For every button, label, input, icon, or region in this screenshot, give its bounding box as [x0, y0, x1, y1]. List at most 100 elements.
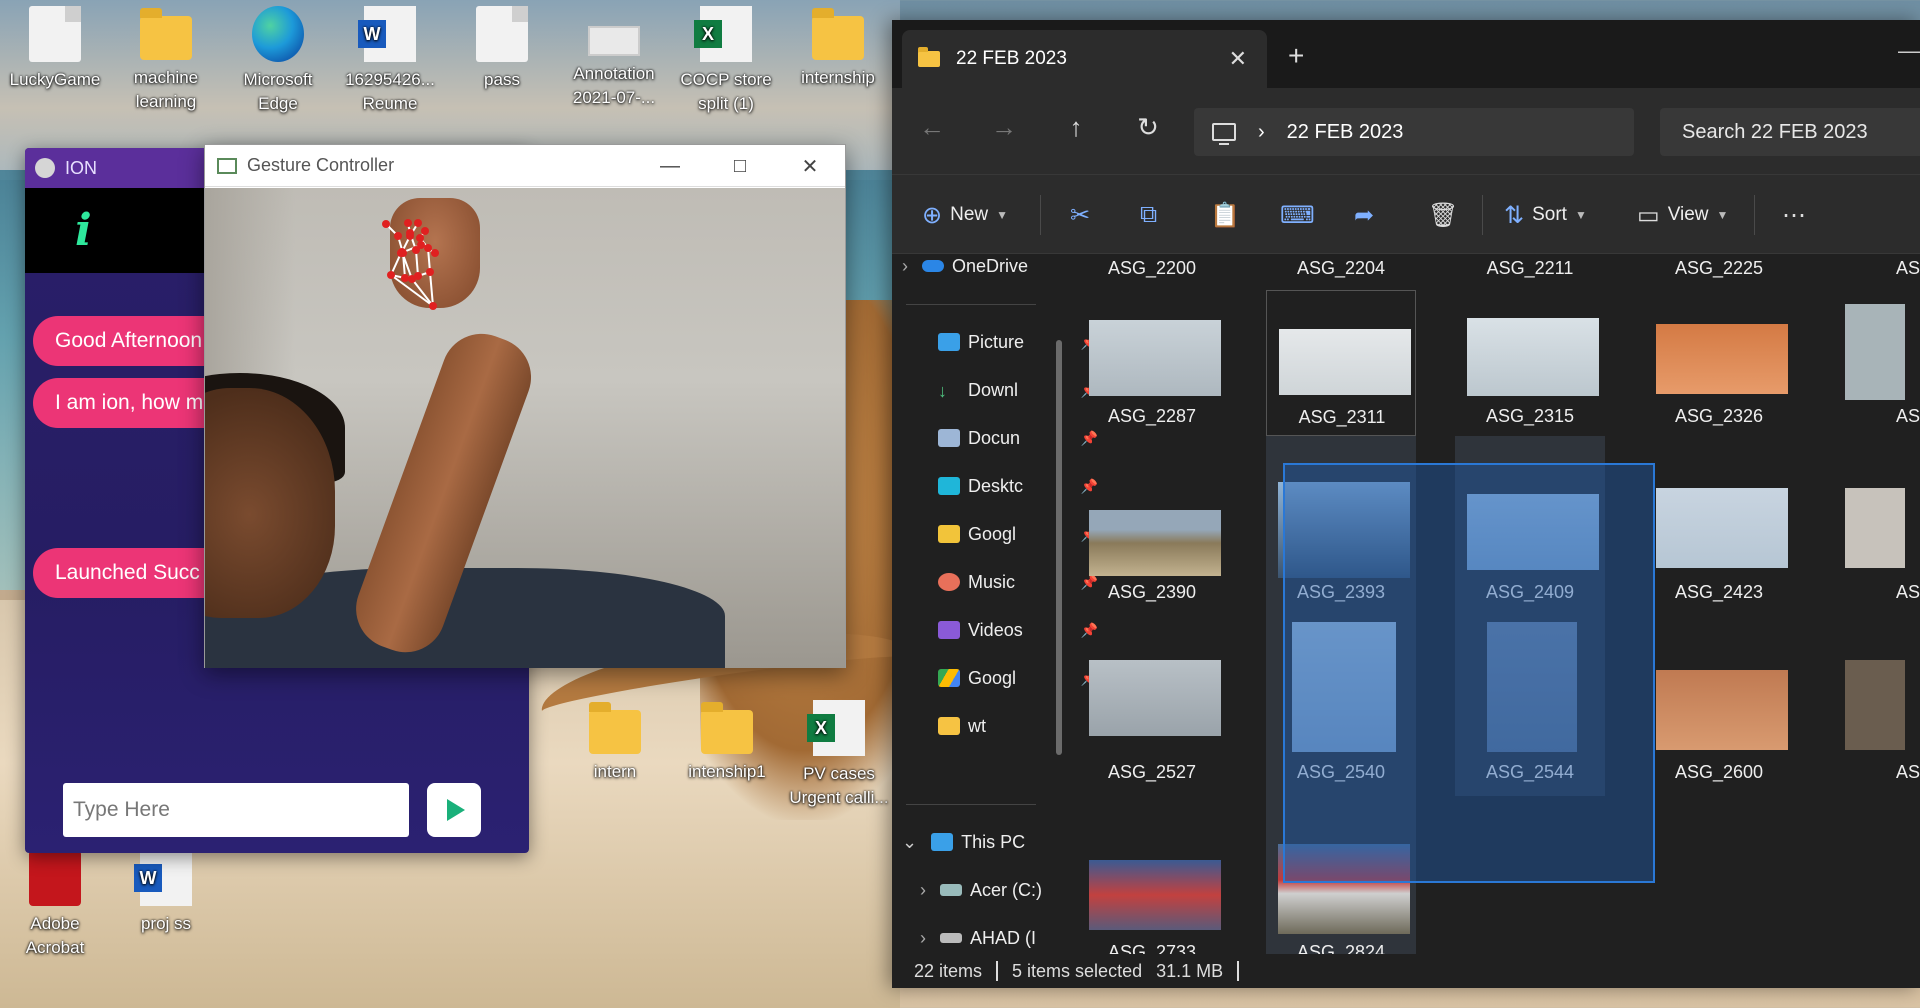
file-tile[interactable]: AS [1833, 616, 1920, 796]
desktop-icon-internship[interactable]: internship [788, 6, 888, 90]
file-tile[interactable]: ASG_2326 [1644, 290, 1794, 436]
ellipsis-icon: ⋯ [1782, 201, 1806, 229]
desktop-icon-intern[interactable]: intern [565, 700, 665, 784]
file-tile[interactable]: AS [1833, 436, 1920, 616]
rename-icon: ⌨ [1280, 201, 1315, 229]
file-tile[interactable]: ASG_2423 [1644, 436, 1794, 616]
nav-drive-ahad[interactable]: › AHAD (I [920, 920, 1080, 956]
file-tile[interactable]: ASG_2204 [1266, 254, 1416, 284]
gesture-controller-window: Gesture Controller — □ ✕ [204, 144, 846, 668]
share-button[interactable]: ➦ [1354, 197, 1374, 233]
desktop-icon-edge[interactable]: Microsoft Edge [228, 6, 328, 116]
file-tile[interactable]: AS [1833, 290, 1920, 436]
file-tile[interactable]: ASG_2311 [1266, 290, 1416, 436]
nav-google-1[interactable]: Googl📌 [938, 516, 1098, 552]
address-bar[interactable]: › 22 FEB 2023 [1194, 108, 1634, 156]
nav-onedrive[interactable]: › OneDrive [902, 248, 1062, 284]
nav-documents[interactable]: Docun 📌 [938, 420, 1098, 456]
file-tile[interactable]: ASG_2287 [1077, 290, 1227, 436]
sort-button[interactable]: ⇅ Sort ▼ [1504, 197, 1587, 233]
nav-scrollbar[interactable] [1056, 340, 1062, 755]
nav-this-pc[interactable]: ⌄ This PC [902, 824, 1062, 860]
selection-count: 5 items selected [1012, 960, 1143, 981]
music-icon [938, 573, 960, 591]
tab-22-feb-2023[interactable]: 22 FEB 2023 ✕ [902, 30, 1267, 88]
command-bar: ⊕ New ▼ ✂ ⧉ 📋 ⌨ ➦ 🗑 ⇅ Sort ▼ ▭ View ▼ ⋯ [892, 174, 1920, 254]
file-tile[interactable]: ASG_2733 [1077, 796, 1227, 954]
nav-downloads[interactable]: ↓ Downl📌 [938, 372, 1098, 408]
file-tile[interactable]: ASG_2211 [1455, 254, 1605, 284]
view-icon: ▭ [1637, 201, 1660, 229]
desktop-icon-pv-cases[interactable]: PV cases Urgent calli... [789, 700, 889, 810]
folder-icon [938, 717, 960, 735]
file-tile[interactable]: ASG_2225 [1644, 254, 1794, 284]
nav-wt[interactable]: wt [938, 708, 1098, 744]
download-icon: ↓ [938, 381, 947, 401]
nav-music[interactable]: Music 📌 [938, 564, 1098, 600]
word-doc-icon [134, 850, 192, 906]
nav-drive-c[interactable]: › Acer (C:) [920, 872, 1080, 908]
window-app-icon [217, 157, 237, 174]
pc-icon [1212, 123, 1236, 145]
breadcrumb-folder[interactable]: 22 FEB 2023 [1287, 121, 1404, 144]
file-tile[interactable]: ASG_2527 [1077, 616, 1227, 796]
rename-button[interactable]: ⌨ [1280, 197, 1315, 233]
nav-google-drive[interactable]: Googl📌 [938, 660, 1098, 696]
desktop-icon-proj-ss[interactable]: proj ss [116, 850, 216, 936]
forward-arrow-icon[interactable]: → [984, 112, 1024, 143]
desktop-icon-luckygame[interactable]: LuckyGame [5, 6, 105, 92]
search-input[interactable]: Search 22 FEB 2023 [1660, 108, 1920, 156]
nav-pictures[interactable]: Picture📌 [938, 324, 1098, 360]
photo-thumbnail [1467, 318, 1599, 396]
cut-button[interactable]: ✂ [1070, 197, 1090, 233]
photo-thumbnail [1845, 304, 1905, 400]
delete-button[interactable]: 🗑 [1428, 197, 1458, 233]
view-button[interactable]: ▭ View ▼ [1637, 197, 1728, 233]
refresh-icon[interactable]: ↻ [1128, 112, 1168, 143]
file-tile[interactable]: AS [1833, 254, 1920, 284]
desktop-icon-intenship1[interactable]: intenship1 [677, 700, 777, 784]
photo-thumbnail [1089, 860, 1221, 930]
new-button[interactable]: ⊕ New ▼ [922, 197, 1008, 233]
folder-icon [938, 525, 960, 543]
paste-button[interactable]: 📋 [1210, 197, 1240, 233]
desktop-icon-machine-learning[interactable]: machine learning [116, 6, 216, 114]
ion-title: ION [65, 157, 98, 178]
trash-icon: 🗑 [1428, 201, 1459, 229]
info-icon: i [75, 205, 92, 256]
file-tile[interactable]: ASG_2390 [1077, 436, 1227, 616]
new-tab-button[interactable]: + [1288, 40, 1304, 72]
desktop-icon-cocp[interactable]: COCP store split (1) [676, 6, 776, 116]
nav-desktop[interactable]: Desktc 📌 [938, 468, 1098, 504]
desktop-icon-pass[interactable]: pass [452, 6, 552, 92]
drive-icon [940, 884, 962, 896]
desktop-icon-reume[interactable]: 16295426... Reume [340, 6, 440, 116]
camera-feed [205, 188, 845, 668]
message-input[interactable] [63, 783, 409, 837]
sort-icon: ⇅ [1504, 201, 1525, 229]
send-button[interactable] [427, 783, 481, 837]
minimize-button[interactable]: — [635, 145, 705, 187]
more-options-button[interactable]: ⋯ [1782, 197, 1806, 233]
chevron-right-icon: › [920, 927, 926, 948]
tab-strip: 22 FEB 2023 ✕ + — [892, 20, 1920, 88]
maximize-button[interactable]: □ [705, 145, 775, 187]
desktop-icon-annotation[interactable]: Annotation 2021-07-... [564, 6, 664, 110]
status-bar: 22 items 5 items selected 31.1 MB [892, 954, 1920, 988]
close-button[interactable]: ✕ [775, 145, 845, 187]
file-tile[interactable]: ASG_2315 [1455, 290, 1605, 436]
minimize-icon[interactable]: — [1898, 38, 1920, 64]
copy-button[interactable]: ⧉ [1140, 197, 1157, 233]
desktop-icon-adobe-acrobat[interactable]: Adobe Acrobat [5, 850, 105, 960]
file-tile[interactable]: ASG_2200 [1077, 254, 1227, 284]
nav-videos[interactable]: Videos 📌 [938, 612, 1098, 648]
back-arrow-icon[interactable]: ← [912, 112, 952, 143]
chevron-right-icon: › [920, 879, 926, 900]
gesture-title: Gesture Controller [247, 155, 395, 175]
search-placeholder: Search 22 FEB 2023 [1682, 120, 1868, 143]
tab-close-icon[interactable]: ✕ [1229, 46, 1247, 72]
pictures-icon [938, 333, 960, 351]
pc-icon [931, 833, 954, 851]
file-tile[interactable]: ASG_2600 [1644, 616, 1794, 796]
up-arrow-icon[interactable]: ↑ [1056, 112, 1096, 143]
